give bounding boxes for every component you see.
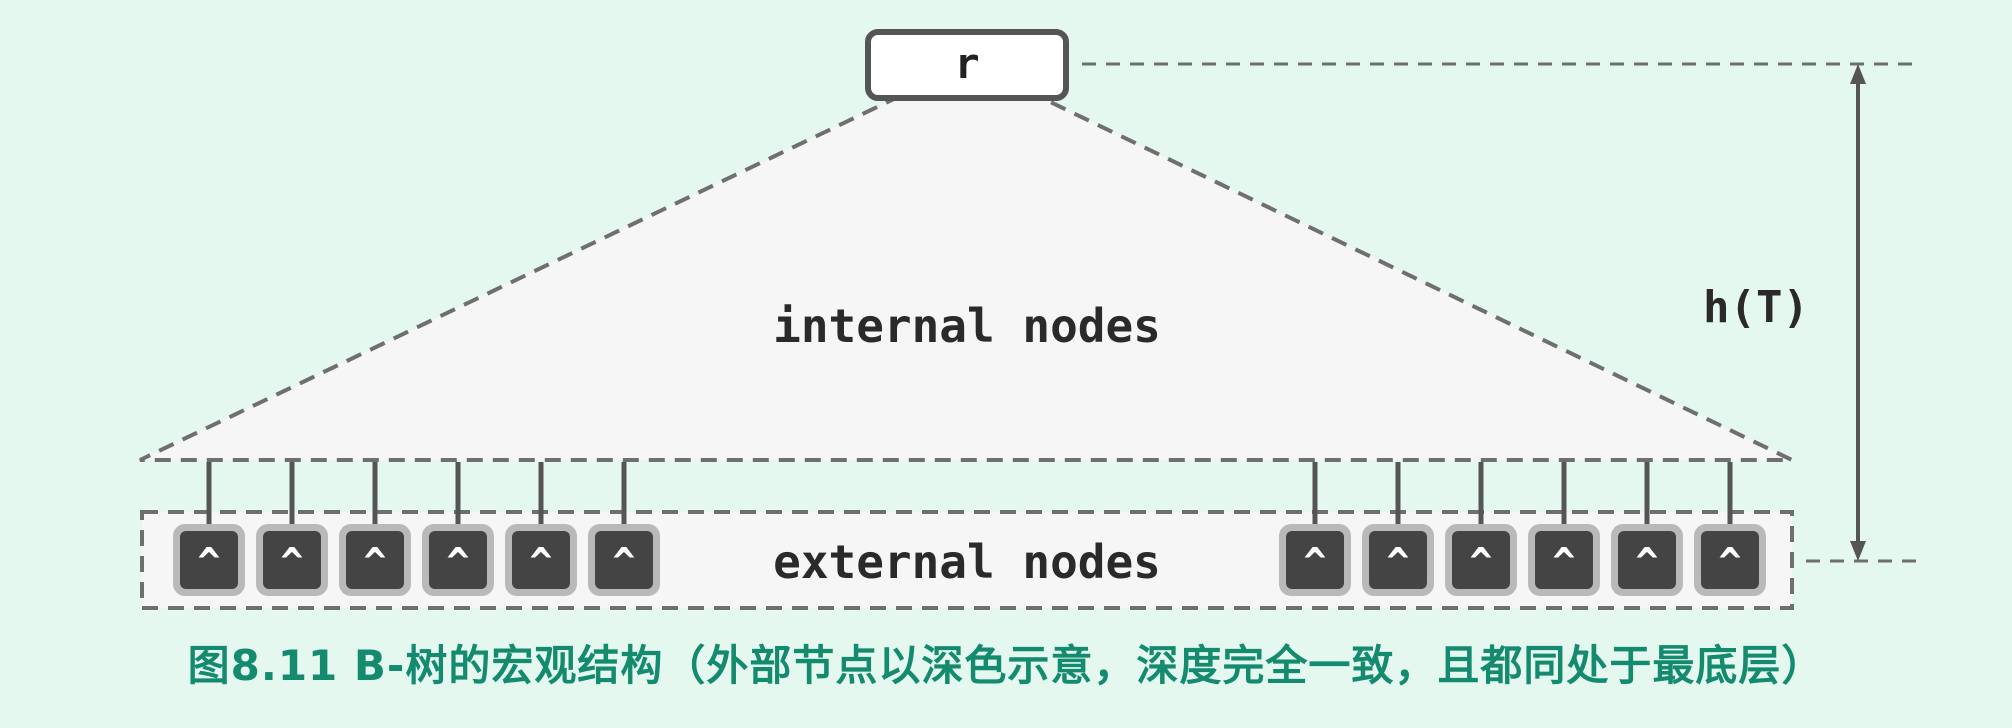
external-node: ^ xyxy=(588,524,660,596)
external-node-symbol: ^ xyxy=(1553,540,1576,584)
figure-caption: 图8.11 B-树的宏观结构（外部节点以深色示意，深度完全一致，且都同处于最底层… xyxy=(187,641,1825,690)
external-node: ^ xyxy=(505,524,577,596)
internal-nodes-region xyxy=(139,96,1793,462)
external-node-symbol: ^ xyxy=(1304,540,1327,584)
external-node: ^ xyxy=(173,524,245,596)
external-node: ^ xyxy=(1694,524,1766,596)
internal-nodes-label: internal nodes xyxy=(773,299,1161,353)
external-node: ^ xyxy=(339,524,411,596)
external-node-symbol: ^ xyxy=(1636,540,1659,584)
external-node: ^ xyxy=(1279,524,1351,596)
external-node: ^ xyxy=(1445,524,1517,596)
external-node-symbol: ^ xyxy=(364,540,387,584)
external-node-symbol: ^ xyxy=(613,540,636,584)
root-node: r xyxy=(865,29,1069,101)
b-tree-diagram: ^ ^ ^ ^ ^ ^ ^ ^ ^ ^ ^ ^ r internal nodes external n… xyxy=(139,29,1922,610)
external-nodes-label: external nodes xyxy=(773,535,1161,589)
external-node: ^ xyxy=(256,524,328,596)
external-node-symbol: ^ xyxy=(1719,540,1742,584)
external-node-symbol: ^ xyxy=(198,540,221,584)
external-node: ^ xyxy=(1362,524,1434,596)
external-node-symbol: ^ xyxy=(281,540,304,584)
height-arrow xyxy=(1850,64,1866,561)
external-node-symbol: ^ xyxy=(1470,540,1493,584)
external-node: ^ xyxy=(1528,524,1600,596)
external-node: ^ xyxy=(1611,524,1683,596)
height-label: h(T) xyxy=(1703,282,1809,333)
root-label: r xyxy=(954,39,979,88)
external-node-symbol: ^ xyxy=(530,540,553,584)
external-node: ^ xyxy=(422,524,494,596)
external-node-symbol: ^ xyxy=(1387,540,1410,584)
external-node-symbol: ^ xyxy=(447,540,470,584)
